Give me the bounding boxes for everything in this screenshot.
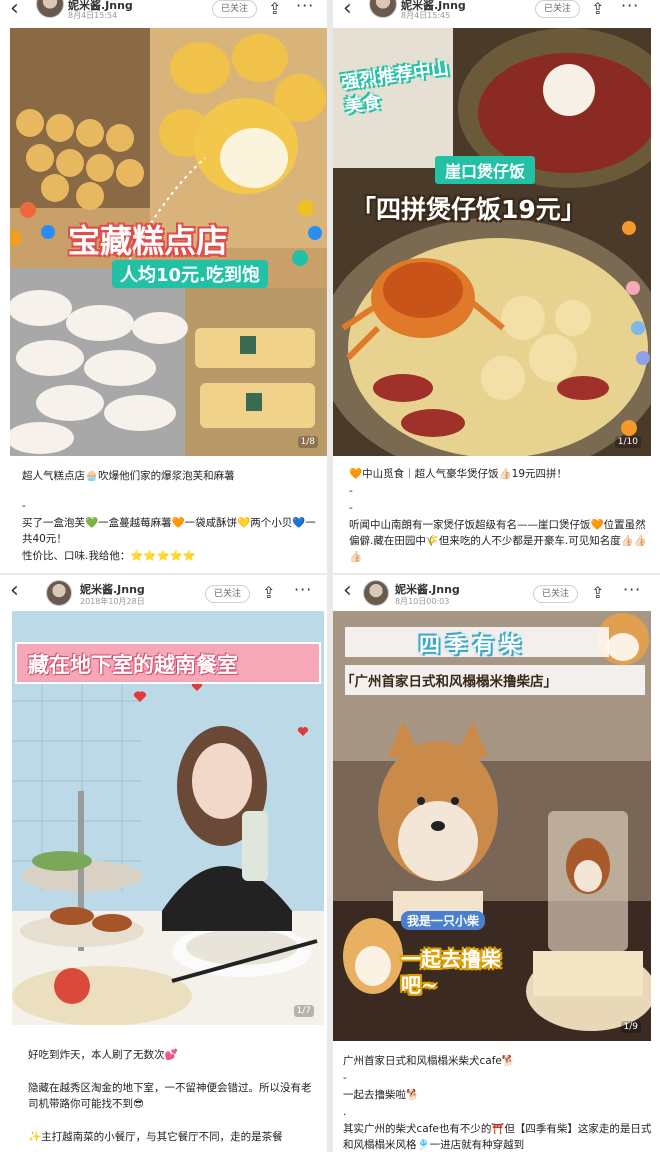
post-image[interactable]: 藏在地下室的越南餐室 1/7: [12, 611, 324, 1025]
caption-line: [28, 1064, 318, 1079]
post-card-pastry: ‹ 妮米酱.Jnng 8月4日15:54 已关注 ⇪ ··· 宝藏糕点店 人均1…: [0, 0, 327, 573]
caption-line: -: [22, 500, 26, 512]
caption-line: 一起去撸柴啦🐕: [343, 1089, 420, 1101]
more-icon[interactable]: ···: [621, 0, 639, 15]
overlay-title: 藏在地下室的越南餐室: [28, 653, 238, 677]
post-card-claypot: ‹ 妮米酱.Jnng 8月4日15:45 已关注 ⇪ ··· 强烈推荐中山美食 …: [333, 0, 660, 573]
caption-line: 听闻中山南朗有一家煲仔饭超级有名——崖口煲仔饭🧡位置虽然偏僻.藏在田园中🌾但来吃…: [349, 519, 647, 563]
page-indicator: 1/7: [293, 1005, 314, 1017]
post-image[interactable]: 强烈推荐中山美食 崖口煲仔饭 「四拼煲仔饭19元」 1/10: [333, 28, 651, 456]
follow-button[interactable]: 已关注: [212, 0, 258, 18]
post-caption: 超人气糕点店🧁吹爆他们家的爆浆泡芙和麻薯 - 买了一盒泡芙💚一盒蔓越莓麻薯🧡一袋…: [22, 468, 322, 565]
follow-button[interactable]: 已关注: [535, 0, 581, 18]
overlay-bubble: 我是一只小柴: [401, 911, 486, 930]
post-caption: 广州首家日式和风榻榻米柴犬cafe🐕 - 一起去撸柴啦🐕 . 其实广州的柴犬ca…: [343, 1053, 655, 1152]
overlay-subtitle: 人均10元.吃到饱: [112, 260, 268, 288]
overlay-title: 「四拼煲仔饭19元」: [351, 195, 586, 224]
more-icon[interactable]: ···: [294, 580, 312, 599]
caption-line: -: [349, 502, 353, 514]
overlay-tag: 崖口煲仔饭: [435, 156, 536, 184]
caption-line: 超人气糕点店🧁吹爆他们家的爆浆泡芙和麻薯: [22, 470, 235, 482]
post-image[interactable]: 四季有柴 「广州首家日式和风榻榻米撸柴店」 我是一只小柴 一起去撸柴吧~ 1/9: [333, 611, 651, 1041]
caption-line: ✨主打越南菜的小餐厅，与其它餐厅不同，走的是茶餐: [28, 1131, 283, 1143]
avatar[interactable]: [46, 580, 72, 606]
post-caption: 🧡中山觅食｜超人气豪华煲仔饭👍🏻19元四拼！ - - 听闻中山南朗有一家煲仔饭超…: [349, 466, 654, 566]
page-indicator: 1/9: [620, 1021, 641, 1033]
overlay-title: 宝藏糕点店: [68, 222, 229, 260]
post-date: 8月10日00:03: [395, 597, 450, 606]
post-card-vietnamese: ‹ 妮米酱.Jnng 2018年10月28日 已关注 ⇪ ··· 藏在地下室的越…: [0, 575, 327, 1152]
page-indicator: 1/8: [297, 436, 318, 448]
share-icon[interactable]: ⇪: [262, 584, 275, 602]
overlay-title: 四季有柴: [419, 633, 527, 657]
chevron-left-icon[interactable]: ‹: [343, 580, 352, 602]
avatar[interactable]: [36, 0, 64, 18]
page-indicator: 1/10: [614, 436, 641, 448]
caption-line: [28, 1113, 318, 1128]
avatar[interactable]: [363, 580, 389, 606]
post-header: ‹ 妮米酱.Jnng 8月10日00:03 已关注 ⇪ ···: [333, 577, 660, 611]
post-date: 8月4日15:54: [68, 11, 118, 20]
share-icon[interactable]: ⇪: [268, 0, 281, 18]
post-header: ‹ 妮米酱.Jnng 8月4日15:45 已关注 ⇪ ···: [333, 0, 660, 26]
overlay-subtitle: 「广州首家日式和风榻榻米撸柴店」: [341, 674, 557, 690]
more-icon[interactable]: ···: [296, 0, 314, 15]
caption-line: 隐藏在越秀区淘金的地下室，一不留神便会错过。所以没有老司机带路你可能找不到😎: [28, 1082, 312, 1110]
chevron-left-icon[interactable]: ‹: [10, 580, 19, 602]
caption-line: 好吃到炸天，本人刷了无数次💕: [28, 1049, 178, 1061]
caption-line: -: [349, 485, 353, 497]
post-card-shiba-cafe: ‹ 妮米酱.Jnng 8月10日00:03 已关注 ⇪ ··· 四季有柴 「广州…: [333, 575, 660, 1152]
caption-line: -: [343, 1072, 347, 1084]
overlay-go: 一起去撸柴吧~: [401, 947, 501, 997]
caption-line: 🧡中山觅食｜超人气豪华煲仔饭👍🏻19元四拼！: [349, 468, 568, 480]
caption-line: 性价比、口味.我给他：⭐⭐⭐⭐⭐: [22, 550, 196, 562]
chevron-left-icon[interactable]: ‹: [343, 0, 352, 20]
username[interactable]: 妮米酱.Jnng: [395, 581, 460, 597]
post-header: ‹ 妮米酱.Jnng 8月4日15:54 已关注 ⇪ ···: [0, 0, 327, 26]
post-caption: 好吃到炸天，本人刷了无数次💕 隐藏在越秀区淘金的地下室，一不留神便会错过。所以没…: [28, 1047, 318, 1146]
chevron-left-icon[interactable]: ‹: [10, 0, 19, 20]
caption-line: 广州首家日式和风榻榻米柴犬cafe🐕: [343, 1055, 515, 1067]
avatar[interactable]: [369, 0, 397, 18]
caption-line: 买了一盒泡芙💚一盒蔓越莓麻薯🧡一袋咸酥饼💛两个小贝💙一共40元！: [22, 517, 316, 545]
follow-button[interactable]: 已关注: [533, 585, 579, 603]
caption-line: .: [343, 1106, 347, 1118]
share-icon[interactable]: ⇪: [591, 584, 604, 602]
share-icon[interactable]: ⇪: [591, 0, 604, 18]
follow-button[interactable]: 已关注: [205, 585, 251, 603]
post-image[interactable]: 宝藏糕点店 人均10元.吃到饱 1/8: [10, 28, 327, 456]
more-icon[interactable]: ···: [623, 580, 641, 599]
username[interactable]: 妮米酱.Jnng: [80, 581, 145, 597]
post-date: 8月4日15:45: [401, 11, 451, 20]
post-date: 2018年10月28日: [80, 597, 145, 606]
caption-line: 其实广州的柴犬cafe也有不少的⛩️但【四季有柴】这家走的是日式和风榻榻米风格🎐…: [343, 1123, 652, 1151]
post-header: ‹ 妮米酱.Jnng 2018年10月28日 已关注 ⇪ ···: [0, 577, 327, 611]
